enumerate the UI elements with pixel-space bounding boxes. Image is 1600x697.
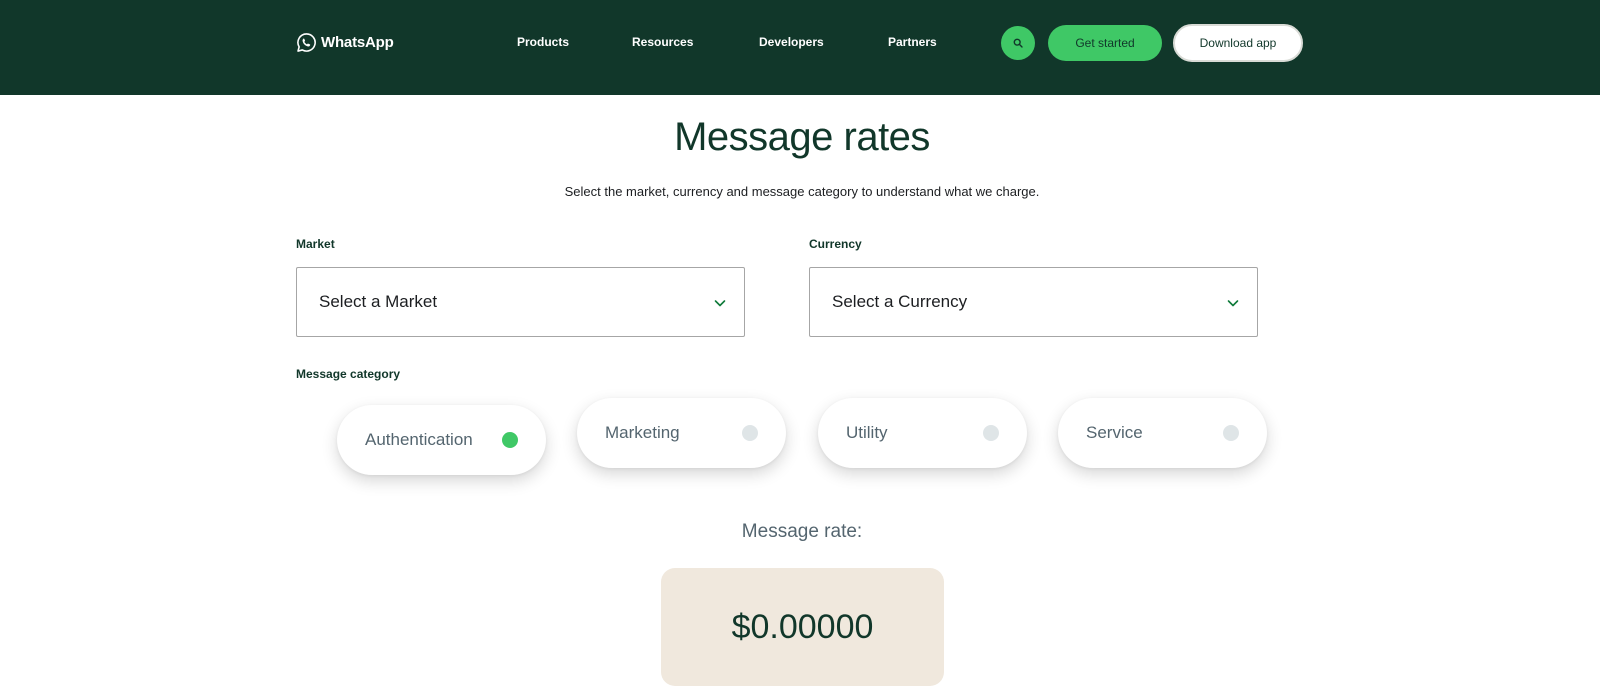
category-label: Utility (846, 423, 888, 442)
currency-select[interactable]: Select a Currency (809, 267, 1258, 337)
nav-resources[interactable]: Resources (632, 35, 693, 49)
radio-unselected-icon (983, 425, 999, 441)
page-title: Message rates (674, 115, 930, 159)
category-utility[interactable]: Utility (818, 398, 1027, 468)
nav-developers[interactable]: Developers (759, 35, 824, 49)
chevron-down-icon (714, 298, 726, 308)
brand-name: WhatsApp (321, 33, 394, 51)
nav-partners[interactable]: Partners (888, 35, 937, 49)
market-select[interactable]: Select a Market (296, 267, 745, 337)
get-started-button[interactable]: Get started (1048, 25, 1162, 61)
category-label: Service (1086, 423, 1143, 442)
market-select-value: Select a Market (319, 292, 438, 311)
category-label: Marketing (605, 423, 680, 442)
currency-label: Currency (809, 237, 862, 251)
radio-unselected-icon (742, 425, 758, 441)
nav-products[interactable]: Products (517, 35, 569, 49)
site-header: WhatsApp Products Resources Developers P… (0, 0, 1600, 95)
category-service[interactable]: Service (1058, 398, 1267, 468)
message-rate-label: Message rate: (741, 521, 863, 542)
download-app-button[interactable]: Download app (1173, 24, 1303, 62)
chevron-down-icon (1227, 298, 1239, 308)
category-authentication[interactable]: Authentication (337, 405, 546, 475)
currency-select-value: Select a Currency (832, 292, 968, 311)
whatsapp-logo[interactable]: WhatsApp (296, 29, 394, 55)
search-icon (1013, 38, 1023, 48)
market-label: Market (296, 237, 335, 251)
page-subtitle: Select the market, currency and message … (564, 184, 1040, 199)
whatsapp-icon (297, 32, 316, 52)
message-rate-value: $0.00000 (731, 607, 874, 646)
category-marketing[interactable]: Marketing (577, 398, 786, 468)
search-button[interactable] (1001, 26, 1035, 60)
message-rate-box: $0.00000 (661, 568, 944, 686)
radio-selected-icon (502, 432, 518, 448)
category-label: Authentication (365, 430, 473, 449)
radio-unselected-icon (1223, 425, 1239, 441)
message-category-label: Message category (296, 367, 401, 381)
